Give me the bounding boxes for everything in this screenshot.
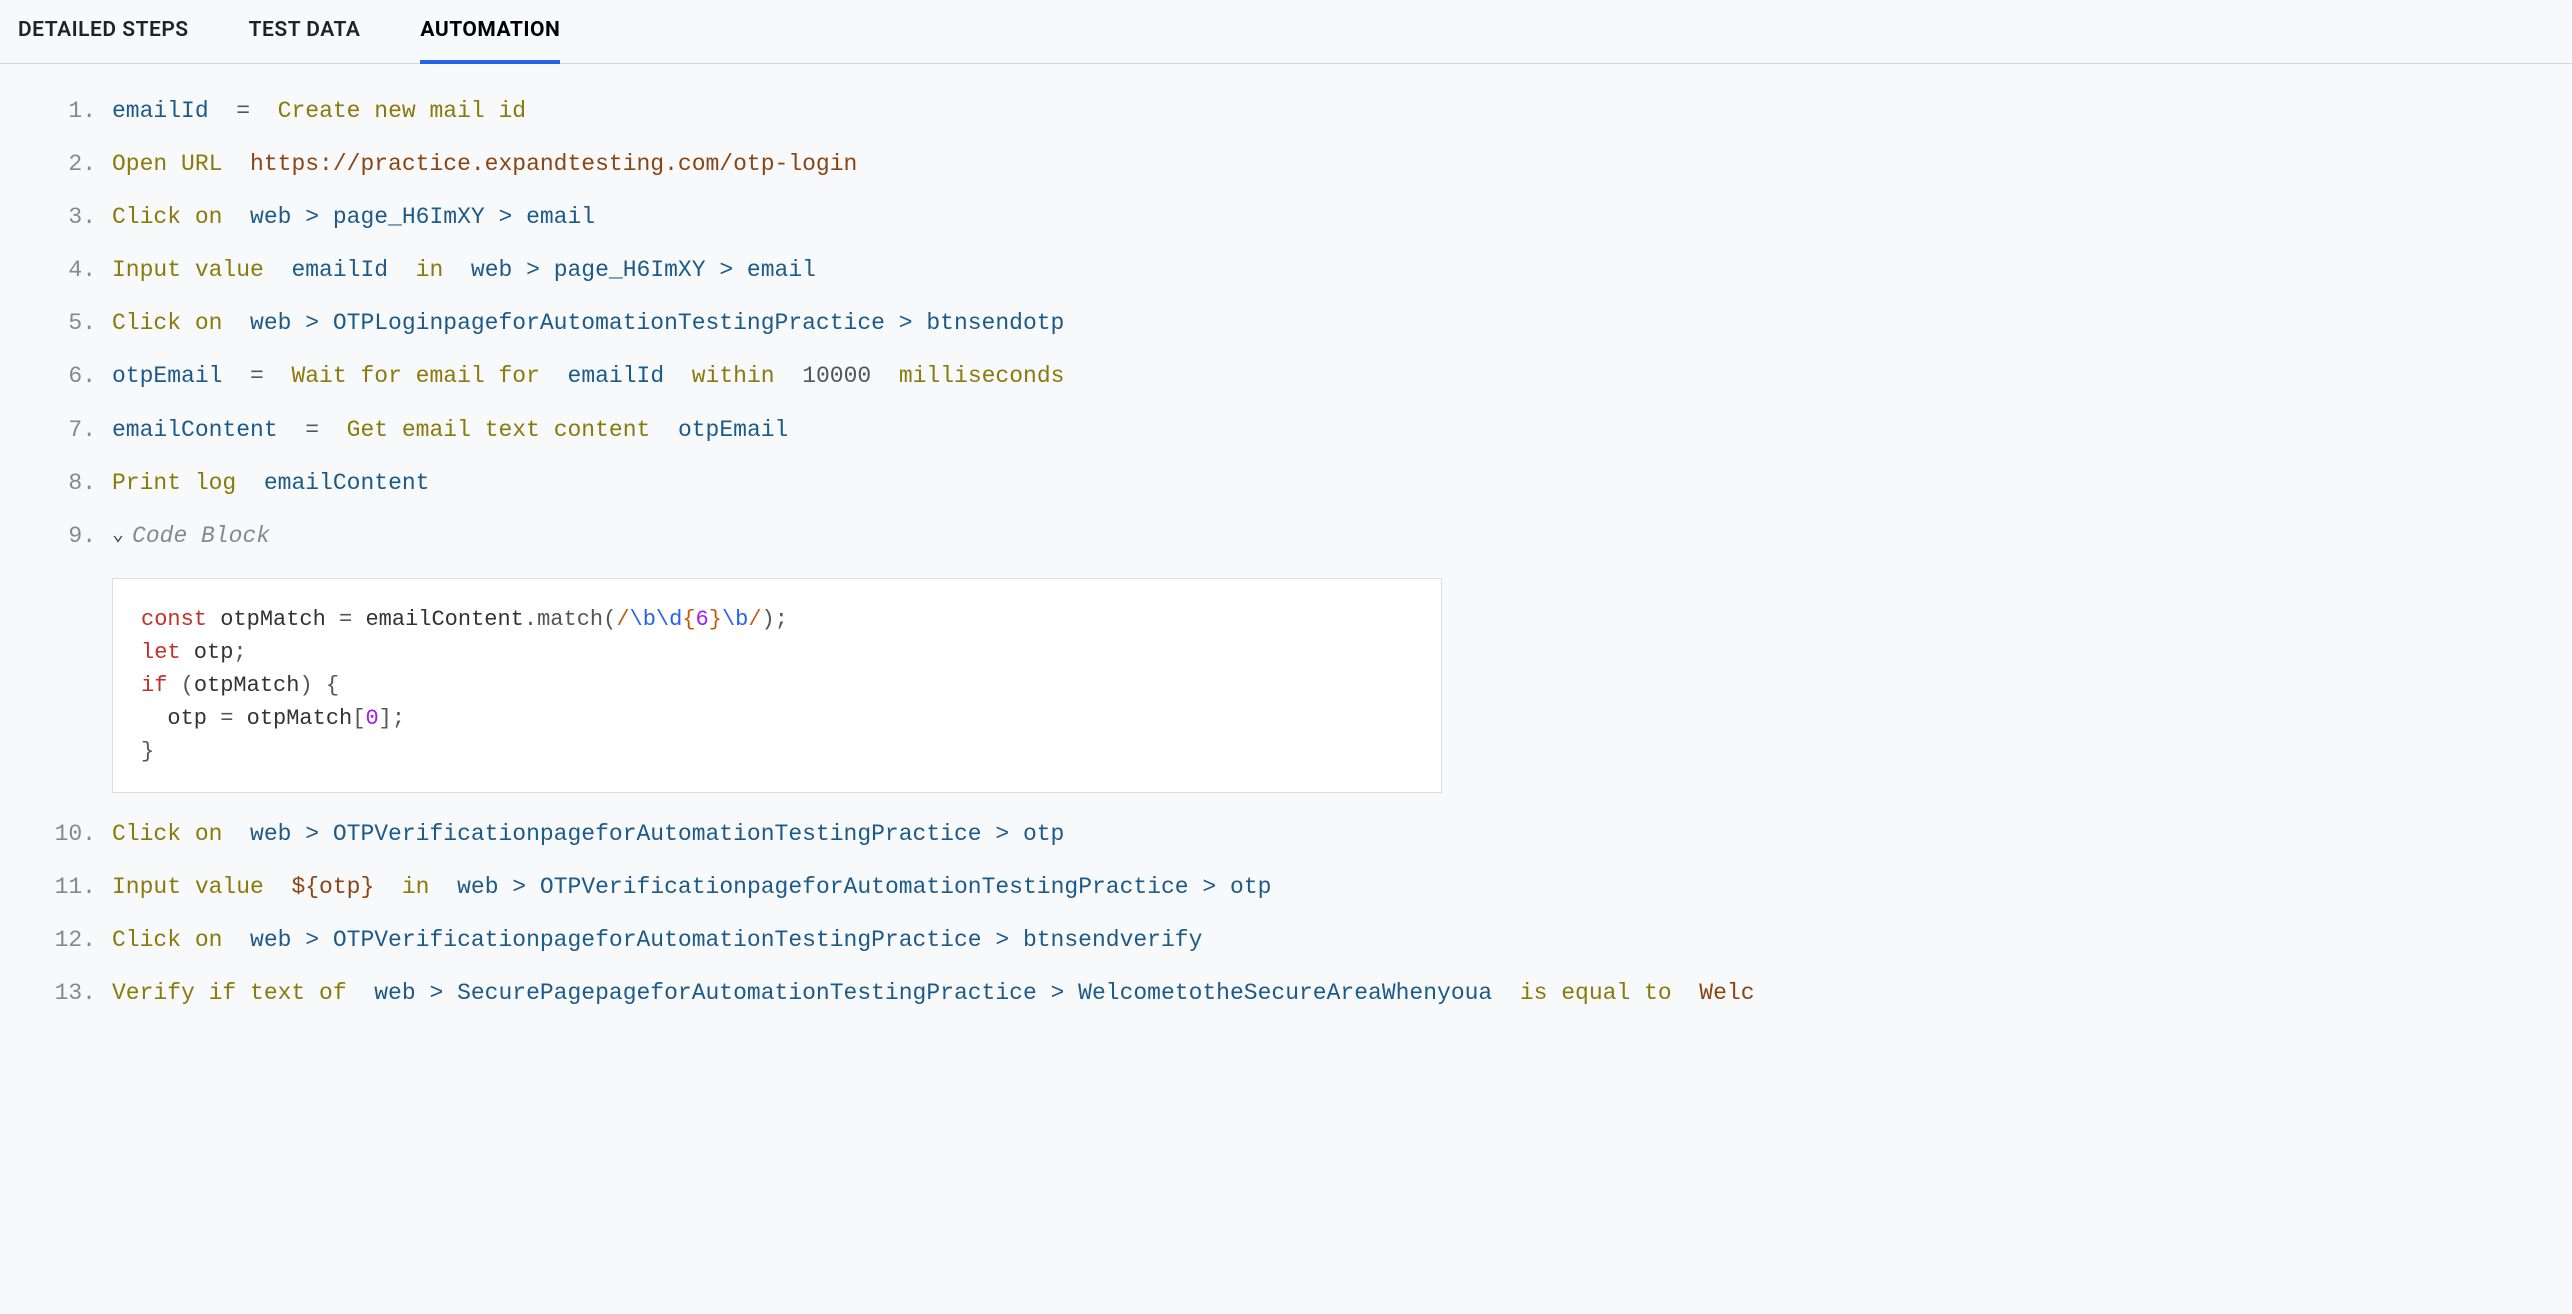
- keyword-const: const: [141, 607, 207, 632]
- param: emailContent: [264, 464, 430, 503]
- tabs-bar: DETAILED STEPS TEST DATA AUTOMATION: [0, 0, 2572, 64]
- keyword: in: [416, 251, 444, 290]
- step-number: 10.: [50, 815, 96, 854]
- step-row-code-header[interactable]: 9. ⌄ Code Block: [50, 517, 2522, 556]
- value: Welc: [1699, 974, 1754, 1013]
- step-number: 4.: [50, 251, 96, 290]
- target: web > OTPVerificationpageforAutomationTe…: [250, 921, 1202, 960]
- step-row[interactable]: 10. Click on web > OTPVerificationpagefo…: [50, 815, 2522, 854]
- action: Print log: [112, 464, 236, 503]
- chevron-down-icon[interactable]: ⌄: [112, 519, 124, 553]
- step-number: 6.: [50, 357, 96, 396]
- step-row[interactable]: 4. Input value emailId in web > page_H6I…: [50, 251, 2522, 290]
- code-block[interactable]: const otpMatch = emailContent.match(/\b\…: [112, 578, 1442, 793]
- tab-detailed-steps[interactable]: DETAILED STEPS: [18, 18, 189, 64]
- step-row[interactable]: 2. Open URL https://practice.expandtesti…: [50, 145, 2522, 184]
- action: Create new mail id: [278, 92, 526, 131]
- equals: =: [236, 92, 250, 131]
- step-number: 5.: [50, 304, 96, 343]
- param: emailId: [568, 357, 665, 396]
- step-number: 7.: [50, 411, 96, 450]
- action: Input value: [112, 251, 264, 290]
- target: web > OTPVerificationpageforAutomationTe…: [250, 815, 1064, 854]
- keyword-let: let: [141, 640, 181, 665]
- step-row[interactable]: 7. emailContent = Get email text content…: [50, 411, 2522, 450]
- step-number: 2.: [50, 145, 96, 184]
- tab-automation[interactable]: AUTOMATION: [420, 18, 560, 64]
- variable-name: otpEmail: [112, 357, 222, 396]
- action: Get email text content: [347, 411, 651, 450]
- automation-steps: 1. emailId = Create new mail id 2. Open …: [0, 64, 2572, 1055]
- unit: milliseconds: [899, 357, 1065, 396]
- param: otpEmail: [678, 411, 788, 450]
- step-row[interactable]: 6. otpEmail = Wait for email for emailId…: [50, 357, 2522, 396]
- equals: =: [305, 411, 319, 450]
- target: web > page_H6ImXY > email: [250, 198, 595, 237]
- variable-name: emailId: [112, 92, 209, 131]
- step-number: 11.: [50, 868, 96, 907]
- step-number: 13.: [50, 974, 96, 1013]
- action: Click on: [112, 198, 222, 237]
- text: [209, 92, 237, 131]
- variable-name: emailContent: [112, 411, 278, 450]
- equals: =: [250, 357, 264, 396]
- url: https://practice.expandtesting.com/otp-l…: [250, 145, 857, 184]
- action: Click on: [112, 921, 222, 960]
- number: 10000: [802, 357, 871, 396]
- step-number: 3.: [50, 198, 96, 237]
- var-expr: ${otp}: [291, 868, 374, 907]
- step-number: 1.: [50, 92, 96, 131]
- condition: is equal to: [1520, 974, 1672, 1013]
- action: Verify if text of: [112, 974, 347, 1013]
- action: Click on: [112, 304, 222, 343]
- keyword-if: if: [141, 673, 167, 698]
- target: web > OTPVerificationpageforAutomationTe…: [457, 868, 1271, 907]
- step-row[interactable]: 1. emailId = Create new mail id: [50, 92, 2522, 131]
- action: Input value: [112, 868, 264, 907]
- action: Open URL: [112, 145, 222, 184]
- keyword: within: [692, 357, 775, 396]
- keyword: in: [402, 868, 430, 907]
- target: web > OTPLoginpageforAutomationTestingPr…: [250, 304, 1064, 343]
- text: [250, 92, 278, 131]
- target: web > page_H6ImXY > email: [471, 251, 816, 290]
- step-row[interactable]: 13. Verify if text of web > SecurePagepa…: [50, 974, 2522, 1013]
- step-row[interactable]: 8. Print log emailContent: [50, 464, 2522, 503]
- action: Wait for email for: [291, 357, 539, 396]
- step-number: 9.: [50, 517, 96, 556]
- target: web > SecurePagepageforAutomationTesting…: [374, 974, 1492, 1013]
- action: Click on: [112, 815, 222, 854]
- step-row[interactable]: 5. Click on web > OTPLoginpageforAutomat…: [50, 304, 2522, 343]
- tab-test-data[interactable]: TEST DATA: [249, 18, 361, 64]
- step-row[interactable]: 12. Click on web > OTPVerificationpagefo…: [50, 921, 2522, 960]
- step-row[interactable]: 11. Input value ${otp} in web > OTPVerif…: [50, 868, 2522, 907]
- step-number: 12.: [50, 921, 96, 960]
- code-block-label: Code Block: [132, 517, 270, 556]
- step-number: 8.: [50, 464, 96, 503]
- step-row[interactable]: 3. Click on web > page_H6ImXY > email: [50, 198, 2522, 237]
- variable-name: emailId: [291, 251, 388, 290]
